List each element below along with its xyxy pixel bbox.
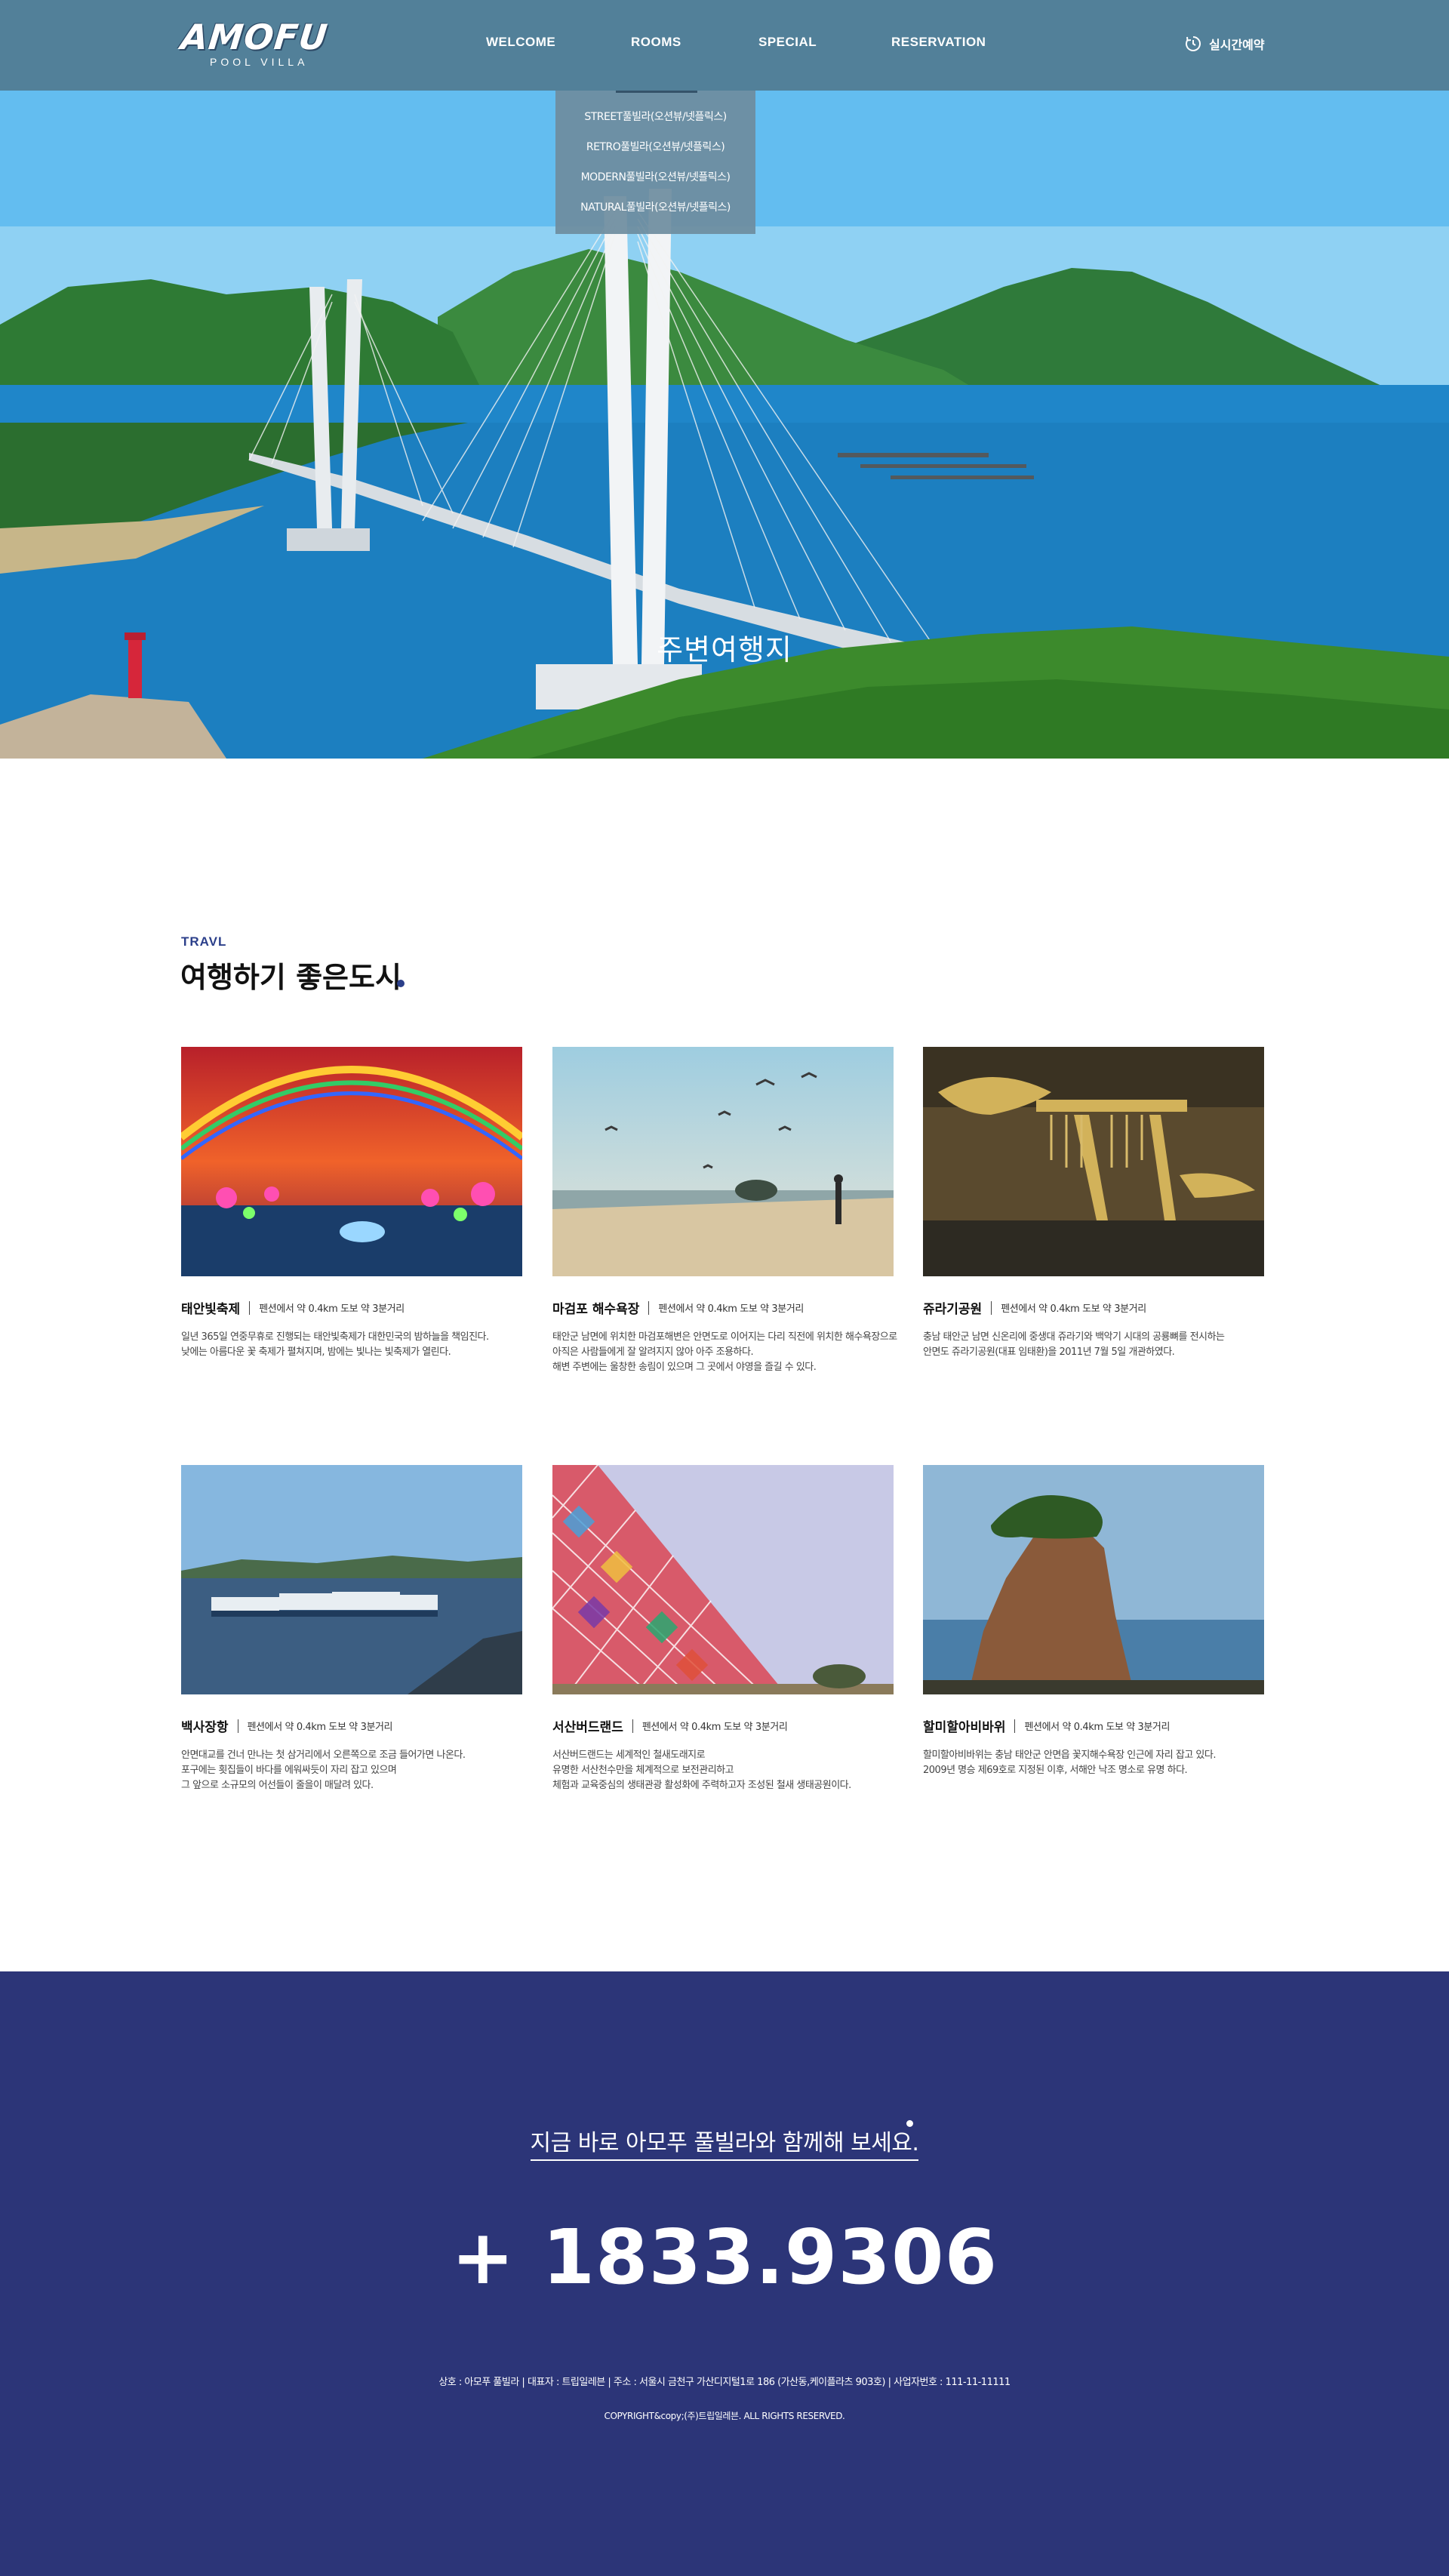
cta-accent-dot (906, 2120, 913, 2127)
business-info: 상호 : 아모푸 풀빌라 | 대표자 : 트립일레븐 | 주소 : 서울시 금천… (438, 2377, 1011, 2388)
site-footer: 지금 바로 아모푸 풀빌라와 함께해 보세요. + 1833.9306 상호 :… (0, 1971, 1449, 2576)
card-distance: 펜션에서 약 0.4km 도보 약 3분거리 (1001, 1303, 1146, 1315)
card-description: 안면대교를 건너 만나는 첫 삼거리에서 오른쪽으로 조금 들어가면 나온다. … (181, 1748, 522, 1793)
section-label: TRAVL (181, 934, 227, 949)
card-photo (181, 1047, 522, 1276)
card-distance: 펜션에서 약 0.4km 도보 약 3분거리 (641, 1722, 788, 1733)
nav-welcome[interactable]: WELCOME (486, 35, 555, 50)
title-accent-dot (397, 980, 405, 987)
card-title: 쥬라기공원 (923, 1302, 983, 1317)
card-description: 태안군 남면에 위치한 마검포해변은 안면도로 이어지는 다리 직전에 위치한 … (552, 1330, 897, 1375)
cta-text: 지금 바로 아모푸 풀빌라와 함께해 보세요. (530, 2130, 919, 2161)
description-line: 유명한 서산천수만을 체계적으로 보전관리하고 (552, 1765, 734, 1776)
logo-subtitle: POOL VILLA (210, 56, 309, 68)
description-line: 일년 365일 연중무휴로 진행되는 태안빛축제가 대한민국의 밤하늘을 책임진… (181, 1331, 489, 1343)
beach-image (552, 1047, 894, 1276)
card-distance: 펜션에서 약 0.4km 도보 약 3분거리 (247, 1722, 393, 1733)
card-description: 서산버드랜드는 세계적인 철새도래지로 유명한 서산천수만을 체계적으로 보전관… (552, 1748, 894, 1793)
dropdown-item-street[interactable]: STREET풀빌라(오션뷰/넷플릭스) (555, 109, 755, 124)
dropdown-item-retro[interactable]: RETRO풀빌라(오션뷰/넷플릭스) (555, 139, 755, 154)
nav-reservation[interactable]: RESERVATION (891, 35, 986, 50)
site-header: AMOFU POOL VILLA WELCOME ROOMS SPECIAL R… (0, 0, 1449, 91)
card-photo (181, 1465, 522, 1694)
section-title: 여행하기 좋은도시 (180, 961, 401, 994)
divider (1014, 1719, 1016, 1733)
bird-land-image (552, 1465, 894, 1694)
description-line: 체험과 교육중심의 생태관광 활성화에 주력하고자 조성된 철새 생태공원이다. (552, 1780, 851, 1791)
card-description: 일년 365일 연중무휴로 진행되는 태안빛축제가 대한민국의 밤하늘을 책임진… (181, 1330, 522, 1360)
card-title: 마검포 해수욕장 (552, 1302, 640, 1317)
card-distance: 펜션에서 약 0.4km 도보 약 3분거리 (259, 1303, 405, 1315)
copyright: COPYRIGHT&copy;(주)트립일레븐. ALL RIGHTS RESE… (604, 2411, 845, 2421)
description-line: 그 앞으로 소규모의 어선들이 줄을이 매달려 있다. (181, 1780, 374, 1791)
description-line: 서산버드랜드는 세계적인 철새도래지로 (552, 1750, 706, 1761)
description-line: 해변 주변에는 울창한 송림이 있으며 그 곳에서 야영을 즐길 수 있다. (552, 1362, 817, 1373)
card-distance: 펜션에서 약 0.4km 도보 약 3분거리 (658, 1303, 804, 1315)
dinosaur-museum-image (923, 1047, 1264, 1276)
divider (632, 1719, 633, 1733)
phone-number[interactable]: + 1833.9306 (0, 2213, 1449, 2301)
rooms-dropdown-menu: STREET풀빌라(오션뷰/넷플릭스) RETRO풀빌라(오션뷰/넷플릭스) M… (555, 91, 755, 234)
description-line: 포구에는 횟집들이 바다를 에워싸듯이 자리 잡고 있으며 (181, 1765, 397, 1776)
card-title: 할미할아비바위 (923, 1720, 1006, 1735)
dropdown-indicator (616, 91, 697, 93)
clock-icon (1186, 36, 1201, 51)
divider (991, 1300, 992, 1315)
card-description: 충남 태안군 남면 신온리에 중생대 쥬라기와 백악기 시대의 공룡뼈를 전시하… (923, 1330, 1264, 1360)
card-header: 할미할아비바위 펜션에서 약 0.4km 도보 약 3분거리 (923, 1716, 1170, 1735)
card-header: 백사장항 펜션에서 약 0.4km 도보 약 3분거리 (181, 1716, 393, 1735)
description-line: 할미할아비바위는 충남 태안군 안면읍 꽃지해수욕장 인근에 자리 잡고 있다. (923, 1750, 1216, 1761)
card-header: 태안빛축제 펜션에서 약 0.4km 도보 약 3분거리 (181, 1298, 405, 1317)
card-header: 마검포 해수욕장 펜션에서 약 0.4km 도보 약 3분거리 (552, 1298, 804, 1317)
dropdown-item-natural[interactable]: NATURAL풀빌라(오션뷰/넷플릭스) (555, 199, 755, 214)
description-line: 태안군 남면에 위치한 마검포해변은 안면도로 이어지는 다리 직전에 위치한 … (552, 1331, 897, 1343)
card-header: 쥬라기공원 펜션에서 약 0.4km 도보 약 3분거리 (923, 1298, 1146, 1317)
card-photo (923, 1047, 1264, 1276)
card-distance: 펜션에서 약 0.4km 도보 약 3분거리 (1024, 1722, 1171, 1733)
cta-link[interactable]: 지금 바로 아모푸 풀빌라와 함께해 보세요. (0, 2124, 1449, 2161)
description-line: 아직은 사람들에게 잘 알려지지 않아 아주 조용하다. (552, 1346, 754, 1358)
description-line: 2009년 명승 제69호로 지정된 이후, 서해안 낙조 명소로 유명 하다. (923, 1765, 1188, 1776)
card-title: 서산버드랜드 (552, 1720, 623, 1735)
divider (249, 1300, 251, 1315)
dropdown-item-modern[interactable]: MODERN풀빌라(오션뷰/넷플릭스) (555, 169, 755, 184)
divider (648, 1300, 650, 1315)
card-photo (552, 1465, 894, 1694)
card-photo (923, 1465, 1264, 1694)
card-header: 서산버드랜드 펜션에서 약 0.4km 도보 약 3분거리 (552, 1716, 788, 1735)
hero-caption: 주변여행지 (657, 633, 792, 666)
card-title: 태안빛축제 (181, 1302, 241, 1317)
light-festival-image (181, 1047, 522, 1276)
card-photo (552, 1047, 894, 1276)
description-line: 충남 태안군 남면 신온리에 중생대 쥬라기와 백악기 시대의 공룡뼈를 전시하… (923, 1331, 1225, 1343)
realtime-reservation-label: 실시간예약 (1209, 38, 1265, 52)
harbor-image (181, 1465, 522, 1694)
card-title: 백사장항 (181, 1720, 229, 1735)
realtime-reservation-link[interactable]: 실시간예약 (1185, 35, 1265, 53)
description-line: 안면대교를 건너 만나는 첫 삼거리에서 오른쪽으로 조금 들어가면 나온다. (181, 1750, 466, 1761)
rock-island-image (923, 1465, 1264, 1694)
description-line: 낮에는 아름다운 꽃 축제가 펼쳐지며, 밤에는 빛나는 빛축제가 열린다. (181, 1346, 451, 1358)
card-description: 할미할아비바위는 충남 태안군 안면읍 꽃지해수욕장 인근에 자리 잡고 있다.… (923, 1748, 1264, 1778)
description-line: 안면도 쥬라기공원(대표 임태환)을 2011년 7월 5일 개관하였다. (923, 1346, 1175, 1358)
nav-rooms[interactable]: ROOMS (631, 35, 681, 50)
nav-special[interactable]: SPECIAL (758, 35, 817, 50)
